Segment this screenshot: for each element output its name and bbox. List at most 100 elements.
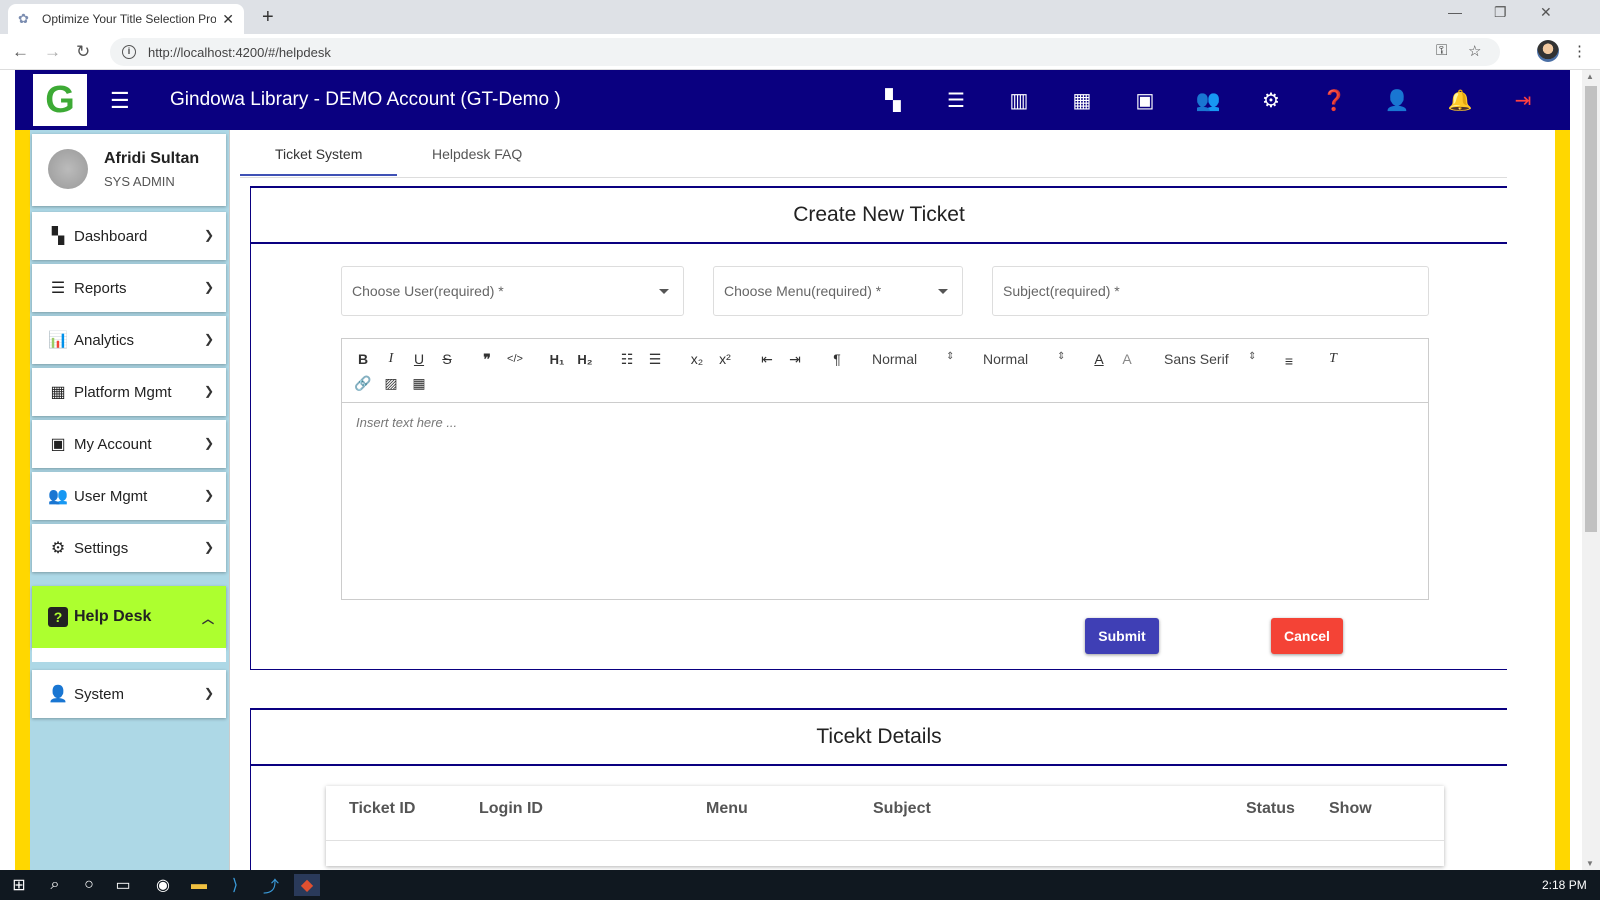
ticket-details-card: Ticekt Details Ticket ID Login ID Menu S…: [250, 708, 1507, 870]
sidebar-item-platform-mgmt[interactable]: ▦ Platform Mgmt ❯: [32, 368, 226, 416]
dropdown-arrow-icon: [659, 289, 669, 294]
size-select-1[interactable]: Normal ⇕: [872, 351, 954, 367]
scroll-up-icon[interactable]: ▲: [1586, 72, 1594, 81]
chevron-down-icon: ❯: [203, 280, 214, 294]
restore-icon[interactable]: ❐: [1494, 4, 1507, 21]
indent-icon[interactable]: ⇥: [784, 349, 806, 369]
settings-icon[interactable]: ⚙: [1257, 86, 1285, 114]
key-icon[interactable]: ⚿: [1436, 42, 1447, 59]
sidebar-item-my-account[interactable]: ▣ My Account ❯: [32, 420, 226, 468]
users-icon[interactable]: 👥: [1194, 86, 1222, 114]
windows-start-icon[interactable]: ⊞: [6, 874, 32, 896]
wallet-icon[interactable]: ▣: [1131, 86, 1159, 114]
italic-icon[interactable]: I: [380, 349, 402, 369]
link-icon[interactable]: 🔗: [352, 373, 374, 393]
choose-menu-select[interactable]: Choose Menu(required) *: [713, 266, 963, 316]
search-icon[interactable]: ⌕: [42, 874, 68, 896]
clear-format-icon[interactable]: T: [1322, 349, 1344, 369]
sidebar-item-user-mgmt[interactable]: 👥 User Mgmt ❯: [32, 472, 226, 520]
ordered-list-icon[interactable]: ☷: [616, 349, 638, 369]
blockquote-icon[interactable]: ❞: [476, 349, 498, 369]
main-content: Ticket System Helpdesk FAQ Create New Ti…: [230, 130, 1550, 870]
logout-icon[interactable]: ⇥: [1509, 86, 1537, 114]
submit-button[interactable]: Submit: [1085, 618, 1159, 654]
help-icon[interactable]: ❓: [1320, 86, 1348, 114]
app-logo[interactable]: G: [33, 74, 87, 126]
analytics-icon[interactable]: ▥: [1005, 86, 1033, 114]
font-select[interactable]: Sans Serif ⇕: [1164, 351, 1256, 367]
back-icon[interactable]: ←: [12, 42, 29, 62]
forward-icon[interactable]: →: [44, 42, 61, 62]
heading2-icon[interactable]: H₂: [574, 349, 596, 369]
close-tab-icon[interactable]: ✕: [222, 11, 234, 28]
create-ticket-card: Create New Ticket Choose User(required) …: [250, 186, 1507, 670]
sidebar-item-system[interactable]: 👤 System ❯: [32, 670, 226, 718]
column-menu[interactable]: Menu: [706, 800, 748, 818]
chevron-down-icon: ❯: [203, 436, 214, 450]
column-subject[interactable]: Subject: [873, 800, 931, 818]
tab-helpdesk-faq[interactable]: Helpdesk FAQ: [432, 146, 522, 162]
minimize-icon[interactable]: —: [1448, 4, 1462, 20]
image-icon[interactable]: ▨: [380, 373, 402, 393]
underline-icon[interactable]: U: [408, 349, 430, 369]
browser-tab[interactable]: ✿ Optimize Your Title Selection Pro ✕: [8, 4, 244, 34]
sidebar-item-dashboard[interactable]: ▚ Dashboard ❯: [32, 212, 226, 260]
size-select-2[interactable]: Normal ⇕: [983, 351, 1065, 367]
platform-icon[interactable]: ▦: [1068, 86, 1096, 114]
reports-icon[interactable]: ☰: [942, 86, 970, 114]
help-desk-submenu: [32, 648, 226, 662]
video-icon[interactable]: ▦: [408, 373, 430, 393]
scroll-down-icon[interactable]: ▼: [1586, 859, 1594, 868]
outdent-icon[interactable]: ⇤: [756, 349, 778, 369]
app-icon[interactable]: ⤴: [258, 874, 284, 896]
subscript-icon[interactable]: x₂: [686, 349, 708, 369]
column-ticket-id[interactable]: Ticket ID: [349, 800, 415, 818]
help-icon: ?: [48, 607, 68, 627]
bold-icon[interactable]: B: [352, 349, 374, 369]
column-status[interactable]: Status: [1246, 800, 1295, 818]
sidebar-item-help-desk[interactable]: ? Help Desk ︿: [32, 586, 226, 648]
chevron-down-icon: ❯: [203, 228, 214, 242]
hamburger-menu-icon[interactable]: ☰: [110, 88, 130, 114]
chrome-icon[interactable]: ◉: [150, 874, 176, 896]
dashboard-icon: ▚: [51, 228, 65, 245]
column-show[interactable]: Show: [1329, 800, 1372, 818]
sidebar-item-settings[interactable]: ⚙ Settings ❯: [32, 524, 226, 572]
cancel-button[interactable]: Cancel: [1271, 618, 1343, 654]
file-explorer-icon[interactable]: ▬: [186, 874, 212, 896]
vscode-icon[interactable]: ⟩: [222, 874, 248, 896]
tab-ticket-system[interactable]: Ticket System: [275, 146, 362, 162]
reload-icon[interactable]: ↻: [76, 42, 90, 62]
bell-icon[interactable]: 🔔: [1446, 86, 1474, 114]
align-icon[interactable]: ≡: [1278, 351, 1300, 371]
text-color-icon[interactable]: A: [1088, 349, 1110, 369]
browser-profile-avatar[interactable]: [1537, 40, 1559, 62]
superscript-icon[interactable]: x²: [714, 349, 736, 369]
cortana-icon[interactable]: ○: [76, 874, 102, 896]
choose-user-select[interactable]: Choose User(required) *: [341, 266, 684, 316]
code-icon[interactable]: </>: [504, 349, 526, 369]
new-tab-icon[interactable]: +: [262, 6, 274, 29]
column-login-id[interactable]: Login ID: [479, 800, 543, 818]
strikethrough-icon[interactable]: S: [436, 349, 458, 369]
system-icon[interactable]: 👤: [1383, 86, 1411, 114]
background-color-icon[interactable]: A: [1116, 349, 1138, 369]
sidebar-item-label: Analytics: [74, 331, 135, 349]
active-app-icon[interactable]: ◆: [294, 874, 320, 896]
site-info-icon[interactable]: i: [122, 45, 136, 59]
subject-input[interactable]: Subject(required) *: [992, 266, 1429, 316]
url-field[interactable]: i http://localhost:4200/#/helpdesk: [110, 38, 1500, 66]
dashboard-icon[interactable]: ▚: [879, 86, 907, 114]
task-view-icon[interactable]: ▭: [110, 874, 136, 896]
close-window-icon[interactable]: ✕: [1540, 4, 1552, 21]
scrollbar-thumb[interactable]: [1585, 86, 1597, 532]
text-direction-icon[interactable]: ¶: [826, 349, 848, 369]
heading1-icon[interactable]: H₁: [546, 349, 568, 369]
sidebar-item-reports[interactable]: ☰ Reports ❯: [32, 264, 226, 312]
sidebar-item-analytics[interactable]: 📊 Analytics ❯: [32, 316, 226, 364]
browser-menu-icon[interactable]: ⋮: [1572, 42, 1587, 60]
bullet-list-icon[interactable]: ☰: [644, 349, 666, 369]
rich-text-editor[interactable]: B I U S ❞ </> H₁ H₂ ☷ ☰ x₂ x² ⇤ ⇥ ¶ Norm…: [341, 338, 1429, 600]
bookmark-star-icon[interactable]: ☆: [1468, 42, 1481, 60]
page-scrollbar[interactable]: ▲ ▼: [1582, 70, 1600, 870]
